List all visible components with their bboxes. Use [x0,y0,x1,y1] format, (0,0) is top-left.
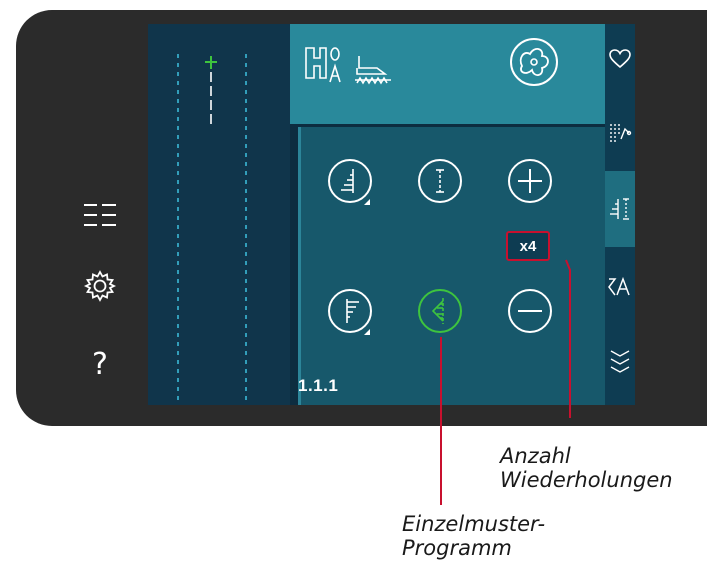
repeat-count-callout: Anzahl Wiederholungen [500,444,673,492]
repeat-callout-line2: Wiederholungen [500,468,673,492]
repeat-callout-line1: Anzahl [500,444,571,468]
single-callout-line2: Programm [402,536,512,560]
single-program-callout: Einzelmuster- Programm [402,512,545,560]
single-callout-line1: Einzelmuster- [402,512,546,536]
